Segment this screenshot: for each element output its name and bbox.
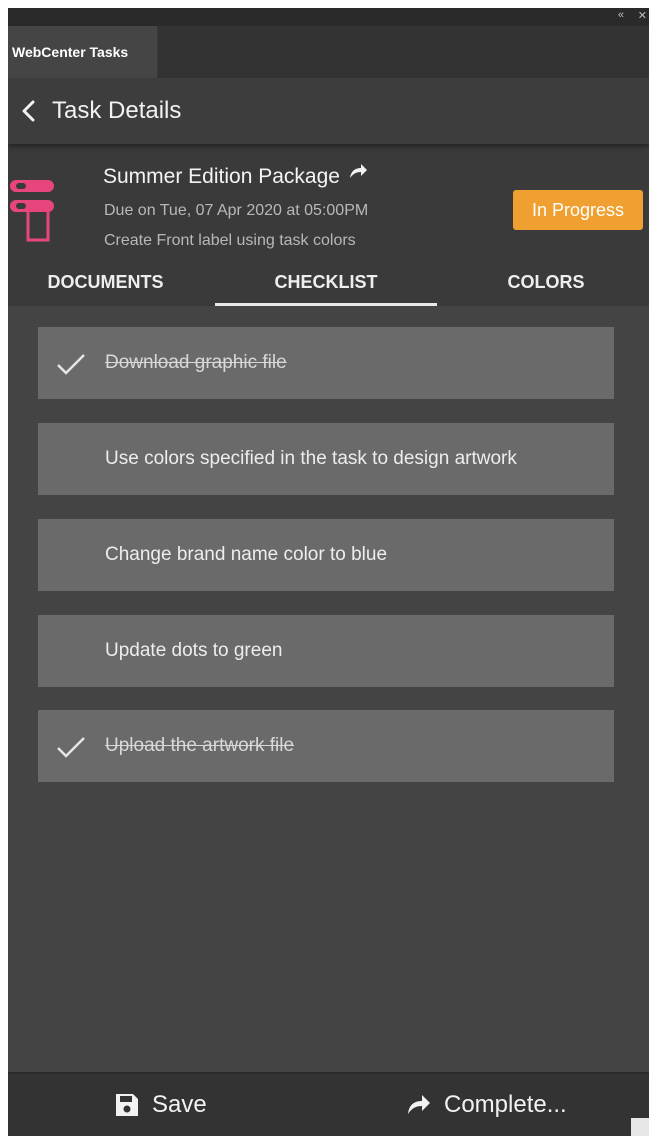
checkmark-icon bbox=[57, 737, 85, 758]
status-badge: In Progress bbox=[513, 190, 643, 230]
webcenter-tasks-panel: « ✕ WebCenter Tasks Task Details Summer … bbox=[8, 8, 649, 1136]
tab-colors[interactable]: COLORS bbox=[486, 272, 606, 306]
checklist-item[interactable]: Upload the artwork file bbox=[38, 710, 614, 782]
chevron-left-icon bbox=[22, 100, 35, 122]
checklist-item[interactable]: Update dots to green bbox=[38, 615, 614, 687]
tab-checklist[interactable]: CHECKLIST bbox=[215, 272, 437, 306]
share-arrow-icon bbox=[408, 1095, 430, 1114]
task-description: Create Front label using task colors bbox=[104, 232, 356, 249]
tab-documents[interactable]: DOCUMENTS bbox=[28, 272, 183, 306]
back-button[interactable] bbox=[8, 78, 38, 144]
save-button[interactable]: Save bbox=[114, 1074, 207, 1136]
share-arrow-icon[interactable] bbox=[348, 162, 368, 180]
task-summary: Summer Edition Package Due on Tue, 07 Ap… bbox=[8, 144, 649, 306]
panel-control-strip: « ✕ bbox=[8, 8, 649, 26]
resize-corner bbox=[631, 1118, 649, 1136]
task-name: Summer Edition Package bbox=[103, 162, 368, 189]
page-title: Task Details bbox=[52, 97, 182, 124]
panel-tab-webcenter-tasks[interactable]: WebCenter Tasks bbox=[8, 26, 158, 78]
footer-toolbar: Save Complete... bbox=[8, 1072, 649, 1136]
checklist-item[interactable]: Change brand name color to blue bbox=[38, 519, 614, 591]
complete-button[interactable]: Complete... bbox=[406, 1074, 567, 1136]
active-tab-indicator bbox=[215, 303, 437, 306]
checkmark-icon bbox=[57, 354, 85, 375]
collapse-panel-icon[interactable]: « bbox=[618, 9, 624, 21]
task-due-date: Due on Tue, 07 Apr 2020 at 05:00PM bbox=[104, 202, 369, 219]
floppy-disk-icon bbox=[116, 1094, 138, 1116]
save-button-label: Save bbox=[152, 1091, 207, 1118]
close-panel-icon[interactable]: ✕ bbox=[638, 9, 647, 22]
checklist-item-label: Use colors specified in the task to desi… bbox=[105, 448, 517, 469]
checklist-item[interactable]: Use colors specified in the task to desi… bbox=[38, 423, 614, 495]
complete-button-label: Complete... bbox=[444, 1091, 567, 1118]
checklist-item[interactable]: Download graphic file bbox=[38, 327, 614, 399]
checklist-item-label: Download graphic file bbox=[105, 352, 287, 373]
task-details-header: Task Details bbox=[8, 78, 649, 144]
checklist-item-label: Upload the artwork file bbox=[105, 735, 295, 756]
task-package-icon bbox=[10, 180, 54, 242]
panel-tab-bar: WebCenter Tasks bbox=[8, 26, 649, 78]
checklist-item-label: Update dots to green bbox=[105, 640, 283, 661]
task-tabs: DOCUMENTS CHECKLIST COLORS bbox=[8, 266, 649, 306]
task-name-text: Summer Edition Package bbox=[103, 165, 340, 188]
checklist-item-label: Change brand name color to blue bbox=[105, 544, 388, 565]
